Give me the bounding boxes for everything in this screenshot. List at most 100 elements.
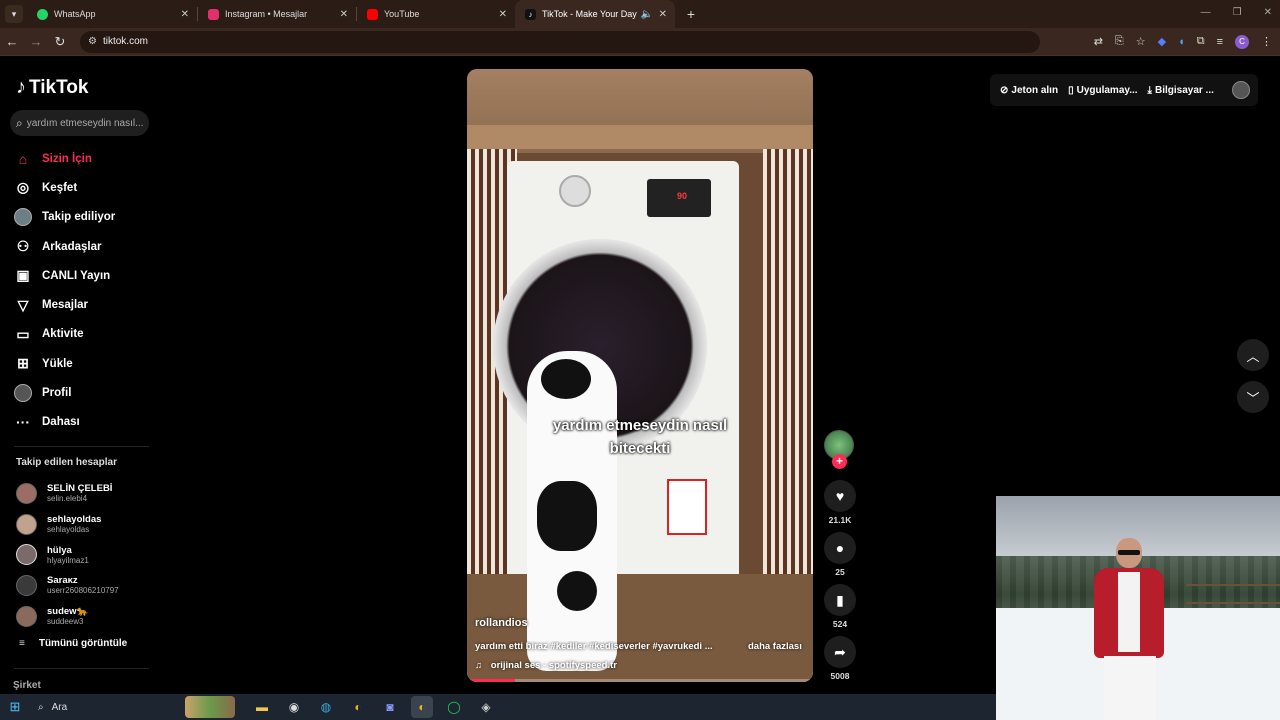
shield-app-icon[interactable]: ◈ xyxy=(475,696,497,718)
nav-profile[interactable]: Profil xyxy=(14,378,164,407)
account-name: SELİN ÇELEBİ xyxy=(47,483,113,495)
windows-taskbar: ⊞ ⌕ Ara ▬ ◉ ◍ ◐ ◙ ◐ ◯ ◈ xyxy=(0,694,996,720)
nav-label: Mesajlar xyxy=(42,299,89,312)
following-account[interactable]: sehlayoldas sehlayoldas xyxy=(16,509,164,540)
user-avatar[interactable] xyxy=(1232,81,1250,99)
extension-toolbar: ⇄ ⎘ ☆ ◆ ◖ ⧉ ≡ C ⋮ xyxy=(1094,34,1272,49)
following-account[interactable]: hülya hlyayilmaz1 xyxy=(16,539,164,570)
site-info-icon[interactable]: ⚙ xyxy=(88,36,97,47)
following-account[interactable]: Saraᴋᴢ userr260806210797 xyxy=(16,570,164,601)
speaker-icon[interactable]: 🔈 xyxy=(641,9,653,20)
save-button[interactable]: ▮ 524 xyxy=(824,584,856,629)
nav-more[interactable]: ··· Dahası xyxy=(14,408,164,437)
file-explorer-icon[interactable]: ▬ xyxy=(251,696,273,718)
extensions-icon[interactable]: ⧉ xyxy=(1197,35,1205,48)
divider xyxy=(14,668,149,669)
music-note-icon: ♫ xyxy=(475,660,483,671)
discord-icon[interactable]: ◙ xyxy=(379,696,401,718)
bookmark-star-icon[interactable]: ☆ xyxy=(1136,35,1146,48)
tab-youtube[interactable]: YouTube ✕ xyxy=(357,0,515,28)
chrome-icon[interactable]: ◐ xyxy=(347,696,369,718)
download-icon: ⤓ xyxy=(1147,84,1152,96)
account-username: suddeew3 xyxy=(47,617,84,627)
get-app-button[interactable]: ▯ Uygulamay... xyxy=(1068,85,1137,96)
nav-messages[interactable]: ▽ Mesajlar xyxy=(14,290,164,319)
previous-video-button[interactable]: ︿ xyxy=(1237,339,1269,371)
back-icon[interactable]: ← xyxy=(0,34,24,49)
following-account[interactable]: SELİN ÇELEBİ selin.elebi4 xyxy=(16,478,164,509)
video-counter-edge xyxy=(467,125,813,149)
comment-button[interactable]: ● 25 xyxy=(824,532,856,577)
chrome-active-icon[interactable]: ◐ xyxy=(411,696,433,718)
edge-icon[interactable]: ◍ xyxy=(315,696,337,718)
tab-label: Instagram • Mesajlar xyxy=(225,9,308,19)
nav-upload[interactable]: ⊞ Yükle xyxy=(14,349,164,378)
install-icon[interactable]: ⎘ xyxy=(1115,35,1124,48)
nav-activity[interactable]: ▭ Aktivite xyxy=(14,320,164,349)
sound-extension-icon[interactable]: ◖ xyxy=(1178,36,1185,48)
tiktok-icon: ♪ xyxy=(525,8,536,20)
tab-label: YouTube xyxy=(384,9,420,19)
video-player[interactable]: 90 yardım etmeseydin nasıl bitecekti rol… xyxy=(467,69,813,682)
profile-avatar[interactable]: C xyxy=(1235,34,1249,49)
youtube-icon xyxy=(367,8,378,20)
top-actions: ⊘ Jeton alın ▯ Uygulamay... ⤓ Bilgisayar… xyxy=(990,74,1258,106)
follow-plus-button[interactable]: + xyxy=(832,454,847,469)
more-icon: ··· xyxy=(16,414,30,431)
nav-label: Arkadaşlar xyxy=(42,240,102,253)
tab-tiktok[interactable]: ♪ TikTok - Make Your Day 🔈 ✕ xyxy=(515,0,675,28)
forward-icon[interactable]: → xyxy=(24,34,48,49)
video-music[interactable]: ♫ orijinal ses - spotifyspeed.tr xyxy=(475,660,617,671)
close-window-icon[interactable]: ✕ xyxy=(1264,7,1272,18)
phone-icon: ▯ xyxy=(1068,84,1074,96)
reload-icon[interactable]: ↻ xyxy=(48,34,72,50)
windows-start-icon[interactable]: ⊞ xyxy=(0,699,30,715)
video-text-overlay: yardım etmeseydin nasıl bitecekti xyxy=(507,414,773,460)
url-field[interactable]: ⚙ tiktok.com xyxy=(80,30,1040,53)
tab-instagram[interactable]: Instagram • Mesajlar ✕ xyxy=(198,0,356,28)
tab-whatsapp[interactable]: WhatsApp ✕ xyxy=(27,0,197,28)
account-name: hülya xyxy=(47,544,72,556)
washer-label xyxy=(667,479,707,535)
close-icon[interactable]: ✕ xyxy=(659,9,667,20)
video-progress-bar[interactable] xyxy=(467,679,813,682)
kebab-menu-icon[interactable]: ⋮ xyxy=(1261,35,1272,48)
tiktok-logo[interactable]: ♪ TikTok xyxy=(16,76,88,99)
media-control-icon[interactable]: ≡ xyxy=(1217,36,1223,48)
close-icon[interactable]: ✕ xyxy=(181,9,189,20)
share-button[interactable]: ➦ 5008 xyxy=(824,636,856,681)
app-icon[interactable]: ◉ xyxy=(283,696,305,718)
translate-icon[interactable]: ⇄ xyxy=(1094,35,1103,48)
plus-square-icon: ⊞ xyxy=(17,355,29,372)
like-button[interactable]: ♥ 21.1K xyxy=(824,480,856,525)
more-button[interactable]: daha fazlası xyxy=(748,641,802,652)
close-icon[interactable]: ✕ xyxy=(340,9,348,20)
nav-friends[interactable]: ⚇ Arkadaşlar xyxy=(14,232,164,261)
maximize-icon[interactable]: ❐ xyxy=(1233,7,1242,18)
nav-following[interactable]: Takip ediliyor xyxy=(14,203,164,232)
shield-extension-icon[interactable]: ◆ xyxy=(1158,35,1166,48)
new-tab-button[interactable]: + xyxy=(681,6,701,22)
close-icon[interactable]: ✕ xyxy=(499,9,507,20)
save-count: 524 xyxy=(832,619,848,629)
washer-knob xyxy=(559,175,591,207)
chevron-up-icon: ︿ xyxy=(1246,348,1260,364)
search-input[interactable]: ⌕ yardım etmeseydin nasıl... xyxy=(10,110,149,136)
nav-live[interactable]: ▣ CANLI Yayın xyxy=(14,261,164,290)
tab-search-button[interactable]: ▾ xyxy=(5,5,23,23)
following-account[interactable]: sudew🐆 suddeew3 xyxy=(16,601,164,632)
nav-explore[interactable]: ◎ Keşfet xyxy=(14,173,164,202)
minimize-icon[interactable]: — xyxy=(1201,7,1211,18)
get-coins-button[interactable]: ⊘ Jeton alın xyxy=(1000,85,1058,96)
see-all-button[interactable]: ≡ Tümünü görüntüle xyxy=(19,638,127,649)
whatsapp-icon[interactable]: ◯ xyxy=(443,696,465,718)
chevron-down-icon: ﹀ xyxy=(1246,390,1260,406)
nav-label: CANLI Yayın xyxy=(42,269,111,282)
overlay-line: yardım etmeseydin nasıl xyxy=(552,417,728,434)
taskbar-widget[interactable] xyxy=(185,696,235,718)
comment-count: 25 xyxy=(835,567,845,577)
next-video-button[interactable]: ﹀ xyxy=(1237,381,1269,413)
nav-for-you[interactable]: ⌂ Sizin İçin xyxy=(14,144,164,173)
desktop-app-button[interactable]: ⤓ Bilgisayar ... xyxy=(1148,85,1214,96)
video-author[interactable]: rollandios xyxy=(475,617,528,629)
